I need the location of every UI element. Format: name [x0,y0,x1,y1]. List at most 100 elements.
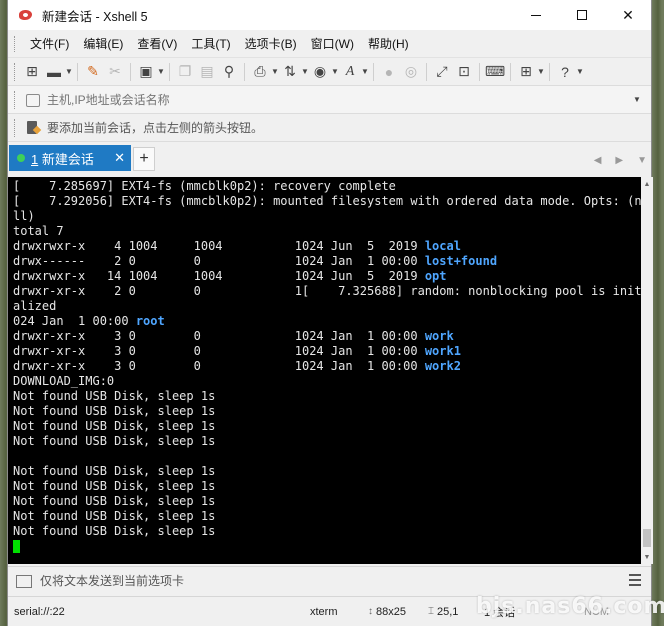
scroll-down-icon[interactable]: ▼ [641,550,653,564]
tab-bar: 1 新建会话 ✕ + ◀ ▶ ▼ [8,142,651,171]
tab-new-session[interactable]: 1 新建会话 ✕ [9,145,131,171]
chevron-down-icon[interactable]: ▼ [301,67,309,76]
status-size-value: 88x25 [376,605,406,618]
chevron-down-icon[interactable]: ▼ [631,95,643,104]
transfer-icon[interactable]: ⇅ [279,61,301,83]
fullscreen-icon[interactable]: ⤢ [431,61,453,83]
add-icon[interactable]: ⊞ [515,61,537,83]
maximize-icon [577,10,587,20]
terminal-text: ll) [13,209,35,223]
tab-list-icon[interactable]: ▼ [637,155,647,166]
disconnect-icon[interactable]: ✂ [104,61,126,83]
chevron-down-icon[interactable]: ▼ [576,67,584,76]
terminal-scrollbar[interactable]: ▲ ▼ [641,177,653,564]
terminal-text: Not found USB Disk, sleep 1s [13,464,216,478]
add-tab-button[interactable]: + [133,147,155,171]
scroll-up-icon[interactable]: ▲ [641,177,653,191]
terminal-text: Not found USB Disk, sleep 1s [13,389,216,403]
xftp-icon[interactable]: ● [378,61,400,83]
menu-bar: 文件(F) 编辑(E) 查看(V) 工具(T) 选项卡(B) 窗口(W) 帮助(… [8,30,651,58]
new-session-icon[interactable]: ⊞ [21,61,43,83]
menu-file[interactable]: 文件(F) [23,34,76,54]
close-icon: ✕ [622,6,634,23]
chevron-down-icon[interactable]: ▼ [65,67,73,76]
tab-number: 1 [31,151,39,167]
menu-tabs[interactable]: 选项卡(B) [238,34,304,54]
terminal-line: drwxr-xr-x 3 0 0 1024 Jan 1 00:00 work1 [13,344,641,359]
close-button[interactable]: ✕ [605,0,651,30]
menubar-grip[interactable] [14,35,17,52]
tab-navigation: ◀ ▶ ▼ [594,155,647,166]
title-bar[interactable]: 新建会话 - Xshell 5 ✕ [8,0,651,30]
toolbar-divider [77,62,78,81]
tab-prev-icon[interactable]: ◀ [594,155,602,166]
chevron-down-icon[interactable]: ▼ [271,67,279,76]
terminal-text: drwx------ 2 0 0 1024 Jan 1 00:00 [13,254,425,268]
open-folder-icon[interactable]: ▬ [43,61,65,83]
toolbar-divider [479,62,480,81]
terminal-line: Not found USB Disk, sleep 1s [13,419,641,434]
toolbar-divider [244,62,245,81]
scroll-thumb[interactable] [643,529,651,547]
hint-text: 要添加当前会话，点击左侧的箭头按钮。 [47,121,264,135]
terminal-text: [ 7.285697] EXT4-fs (mmcblk0p2): recover… [13,179,396,193]
hintbar-grip[interactable] [14,118,17,137]
host-input[interactable] [47,89,631,110]
help-icon[interactable]: ? [554,61,576,83]
terminal-text: alized [13,299,57,313]
menu-view[interactable]: 查看(V) [130,34,184,54]
font-icon[interactable]: A [339,61,361,83]
host-icon [25,93,41,107]
minimize-button[interactable] [513,0,559,30]
tab-label: 1 新建会话 [31,149,94,168]
chevron-down-icon[interactable]: ▼ [537,67,545,76]
properties-icon[interactable]: ▣ [135,61,157,83]
terminal-text: Not found USB Disk, sleep 1s [13,419,216,433]
toolbar-divider [130,62,131,81]
menu-window[interactable]: 窗口(W) [304,34,361,54]
chevron-down-icon[interactable]: ▼ [361,67,369,76]
send-bar-text: 仅将文本发送到当前选项卡 [40,574,185,588]
chevron-down-icon[interactable]: ▼ [331,67,339,76]
chevron-down-icon[interactable]: ▼ [157,67,165,76]
maximize-button[interactable] [559,0,605,30]
menu-icon[interactable] [629,574,641,586]
paste-icon[interactable]: ▤ [196,61,218,83]
menu-edit[interactable]: 编辑(E) [76,34,130,54]
terminal-cursor [13,540,20,553]
status-num-lock: NUM [584,605,610,618]
terminal-text: drwxrwxr-x 4 1004 1004 1024 Jun 5 2019 [13,239,425,253]
terminal-line: [ 7.285697] EXT4-fs (mmcblk0p2): recover… [13,179,641,194]
status-terminal-type: xterm [310,605,338,618]
menu-tools[interactable]: 工具(T) [184,34,237,54]
terminal-line: 024 Jan 1 00:00 root [13,314,641,329]
terminal-output[interactable]: [ 7.285697] EXT4-fs (mmcblk0p2): recover… [8,177,641,564]
print-icon[interactable]: ⎙ [249,61,271,83]
status-sessions: 1 会话 [484,606,516,619]
terminal-text: Not found USB Disk, sleep 1s [13,524,216,538]
terminal-line: drwx------ 2 0 0 1024 Jan 1 00:00 lost+f… [13,254,641,269]
window-title: 新建会话 - Xshell 5 [42,9,148,24]
terminal-text: [ 7.292056] EXT4-fs (mmcblk0p2): mounted… [13,194,641,208]
keyboard-icon[interactable]: ⌨ [484,61,506,83]
addressbar-grip[interactable] [14,90,17,109]
link-icon[interactable]: ✎ [82,61,104,83]
tab-close-icon[interactable]: ✕ [114,150,125,166]
toolbar-grip[interactable] [14,62,17,81]
lock-icon[interactable]: ⊡ [453,61,475,83]
tab-next-icon[interactable]: ▶ [615,155,623,166]
add-session-arrow-icon[interactable] [25,120,41,136]
copy-icon[interactable]: ❐ [174,61,196,83]
terminal-text: total 7 [13,224,64,238]
send-bar[interactable]: 仅将文本发送到当前选项卡 [8,566,651,594]
globe-icon[interactable]: ◉ [309,61,331,83]
toolbar-divider [169,62,170,81]
terminal-line: [ 7.292056] EXT4-fs (mmcblk0p2): mounted… [13,194,641,209]
menu-help[interactable]: 帮助(H) [361,34,416,54]
cursor-position-icon: ⌶ [428,606,434,617]
window-controls: ✕ [513,0,651,30]
find-icon[interactable]: ⚲ [218,61,240,83]
tunnel-icon[interactable]: ◎ [400,61,422,83]
status-bar: serial://:22 xterm ↕ 88x25 ⌶ 25,1 1 会话 NUM [8,596,651,626]
